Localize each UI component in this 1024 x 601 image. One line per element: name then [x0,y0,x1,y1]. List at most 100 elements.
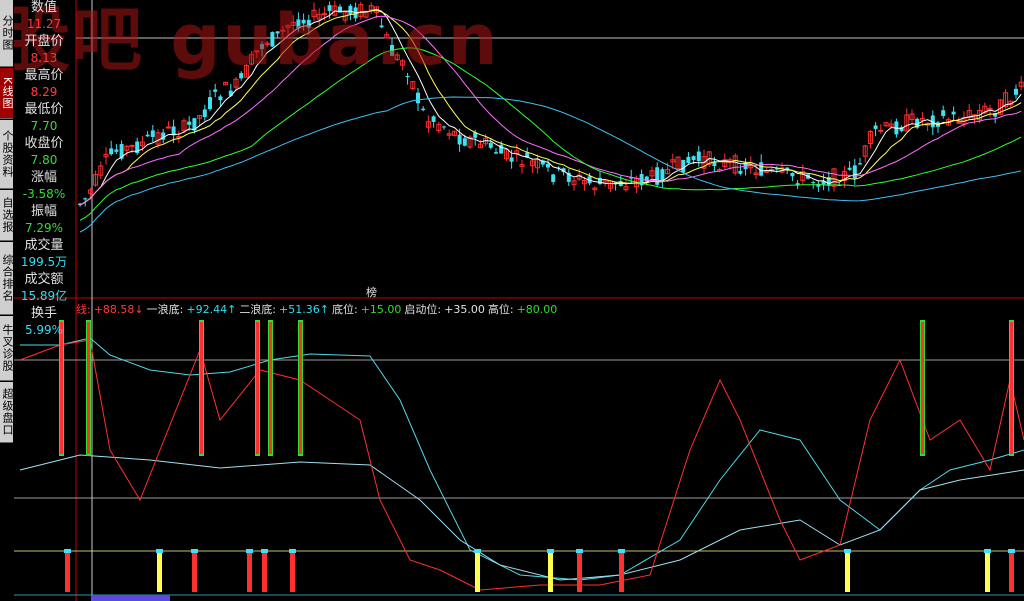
tab-4[interactable]: 综合排名 [0,242,13,315]
chart-marker-label: 榜 [366,286,377,299]
candle-body [759,162,764,176]
bottom-signal-cap [246,549,253,553]
candle-body [109,148,114,155]
candle-body [1014,88,1018,95]
candle-body [416,92,420,104]
bottom-signal-cap [261,549,268,553]
info-value: 15.89亿 [20,289,68,303]
tab-5[interactable]: 牛叉诊股 [0,316,13,381]
info-value: 8.29 [30,85,58,99]
candle-body [696,151,701,162]
tab-1[interactable]: K线图 [0,68,13,119]
bottom-signal-bar [619,552,624,592]
bottom-signal-cap [576,549,583,553]
tab-3[interactable]: 自选报 [0,190,13,241]
indicator-line-1 [20,337,1024,581]
indicator-line-2 [19,454,1024,581]
info-label: 振幅 [30,204,57,219]
indicator-item: 启动位: [404,303,442,316]
bottom-signal-cap [547,549,554,553]
candle-body [956,121,962,124]
bottom-signal-cap [618,549,625,553]
bottom-signal-bar [157,552,162,592]
candle-body [873,125,878,129]
candle-body [488,142,493,148]
sidebar-tabs: 分时图 K线图 个股资料 自选报 综合排名 牛叉诊股 超级盘口 [0,0,14,601]
bottom-signal-cap [1008,549,1015,553]
candle-body [681,159,686,173]
candle-body [208,97,212,110]
scroll-indicator [92,595,170,601]
candle-body [213,89,218,92]
indicator-item: +51.36↑ [279,303,329,316]
info-label: 换手 [30,306,57,321]
tab-2[interactable]: 个股资料 [0,120,13,189]
candle-body [551,174,556,182]
bottom-signal-cap [156,549,163,553]
bottom-signal-bar [475,552,480,592]
candle-body [114,149,119,152]
candle-body [691,156,696,161]
candle-body [431,116,436,122]
candle-body [811,182,816,184]
candle-body [442,126,446,128]
candle-body [83,198,88,200]
candle-body [941,110,946,116]
signal-bar-core [921,322,924,454]
candle-body [202,109,207,117]
candle-body [218,96,223,101]
signal-bar-core [87,322,90,454]
bottom-signal-bar [262,552,267,592]
info-value: -3.58% [22,187,66,201]
bottom-signal-bar [577,552,582,592]
candle-body [421,108,426,111]
info-label: 最高价 [24,68,64,83]
bottom-signal-bar [845,552,850,592]
info-label: 成交额 [24,272,64,287]
bottom-signal-cap [844,549,851,553]
signal-bar-core [200,322,203,454]
signal-bar-core [269,322,272,454]
signal-bar-core [299,322,302,454]
info-value: 11.27 [26,17,62,31]
info-value: 7.70 [30,119,58,133]
indicator-line-3 [19,339,1024,591]
candle-body [951,111,956,115]
candle-body [738,170,743,174]
bottom-signal-bar [1009,552,1014,592]
signal-bar-core [256,322,259,454]
tab-0[interactable]: 分时图 [0,0,13,67]
candle-body [228,90,233,96]
indicator-item: 二浪底: [239,303,277,316]
candle-body [187,121,192,125]
candle-body [129,144,135,147]
candle-body [847,167,852,170]
indicator-item: 一浪底: [146,303,184,316]
bottom-signal-cap [984,549,991,553]
bottom-signal-cap [289,549,296,553]
info-label: 开盘价 [24,34,64,49]
candle-body [686,156,691,163]
candle-body [790,172,795,177]
indicator-item: +35.00 [444,303,485,316]
bottom-signal-bar [985,552,990,592]
bottom-signal-bar [192,552,197,592]
info-value: 7.29% [24,221,64,235]
bottom-signal-bar [548,552,553,592]
tab-6[interactable]: 超级盘口 [0,382,13,443]
candle-body [457,134,462,145]
indicator-item: 线: [76,303,91,316]
candle-body [878,129,884,132]
info-value: 5.99% [24,323,64,337]
info-value: 8.13 [30,51,58,65]
candle-body [165,126,171,129]
candle-body [546,163,550,168]
indicator-item: +92.44↑ [186,303,237,316]
bottom-signal-bar [65,552,70,592]
indicator-item: +80.00 [516,303,558,316]
candle-body [494,152,498,154]
watermark: 股吧 guba.cn [0,0,500,81]
info-value: 7.80 [30,153,58,167]
bottom-signal-bar [247,552,252,592]
candle-body [462,138,467,146]
